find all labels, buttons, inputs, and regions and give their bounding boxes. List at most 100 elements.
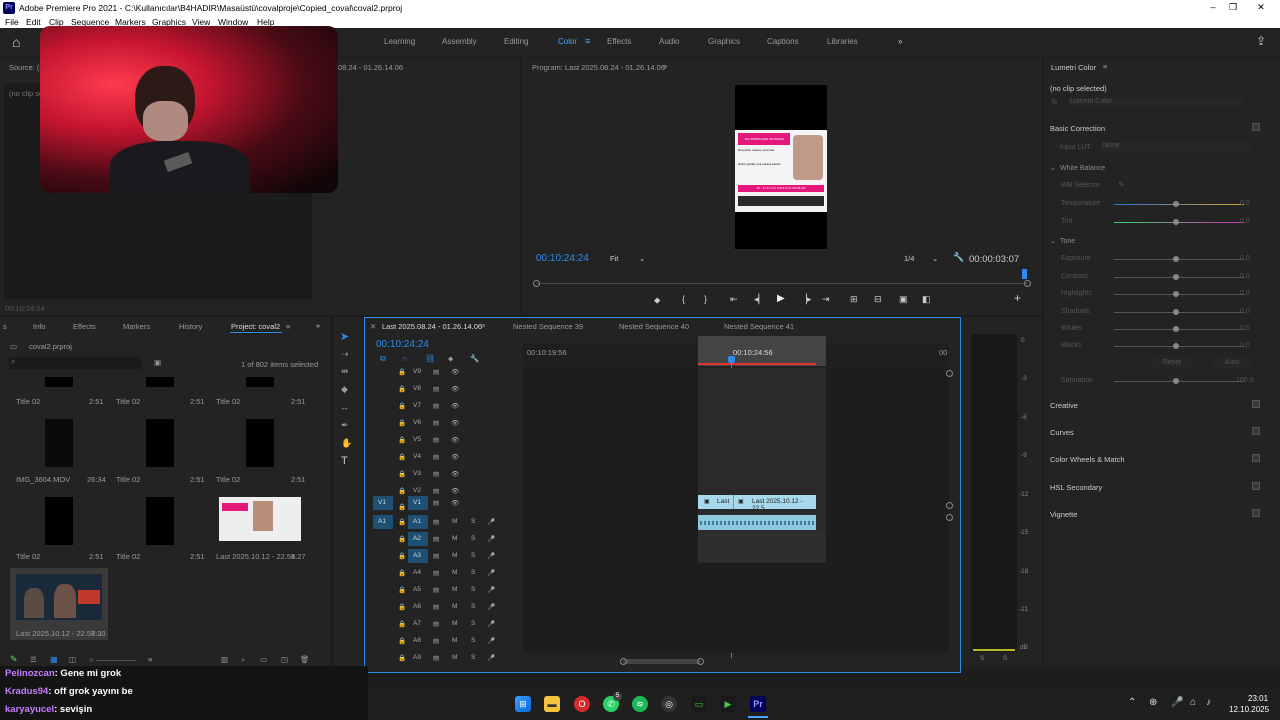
track-solo-a8[interactable]: S bbox=[471, 637, 475, 644]
fx-dropdown[interactable]: Lumetri Color bbox=[1068, 98, 1244, 108]
workspace-audio[interactable]: Audio bbox=[659, 37, 679, 46]
track-mute-a3[interactable]: M bbox=[452, 552, 457, 559]
track-lock-v6[interactable]: 🔒 bbox=[398, 418, 406, 427]
program-timecode[interactable]: 00:10:24:24 bbox=[536, 253, 589, 264]
scrubber-end-handle[interactable] bbox=[1024, 280, 1031, 287]
track-mic-a1-icon[interactable]: 🎤 bbox=[487, 518, 495, 526]
track-mute-a2[interactable]: M bbox=[452, 535, 457, 542]
slip-tool-icon[interactable]: ↔ bbox=[340, 402, 349, 412]
hscroll-right-handle[interactable] bbox=[697, 658, 704, 665]
highlights-knob[interactable] bbox=[1173, 291, 1179, 297]
workspace-captions[interactable]: Captions bbox=[767, 37, 799, 46]
track-sync-v8-icon[interactable]: ▤ bbox=[433, 385, 439, 393]
track-eye-v4-icon[interactable]: 👁 bbox=[451, 453, 459, 461]
timeline-tab-active[interactable]: Last 2025.08.24 - 01.26.14.06 bbox=[382, 322, 482, 331]
tab-effects[interactable]: Effects bbox=[73, 322, 96, 331]
comparison-view-icon[interactable]: ◧ bbox=[922, 294, 931, 305]
track-mic-a2-icon[interactable]: 🎤 bbox=[487, 535, 495, 543]
workspace-graphics[interactable]: Graphics bbox=[708, 37, 740, 46]
track-eye-v7-icon[interactable]: 👁 bbox=[451, 402, 459, 410]
add-marker-timeline-icon[interactable]: ⬥ bbox=[448, 354, 453, 364]
contrast-knob[interactable] bbox=[1173, 274, 1179, 280]
tint-knob[interactable] bbox=[1173, 219, 1179, 225]
lumetri-header[interactable]: Lumetri Color bbox=[1051, 63, 1096, 72]
go-to-out-icon[interactable]: ⇥ bbox=[822, 294, 830, 305]
pen-tool-icon[interactable]: ✒ bbox=[341, 420, 349, 431]
audio-clip-a1[interactable] bbox=[698, 515, 816, 530]
track-lock-a9[interactable]: 🔒 bbox=[398, 653, 406, 662]
new-item-icon[interactable]: ◳ bbox=[281, 655, 288, 664]
exposure-value[interactable]: 0,0 bbox=[1240, 255, 1250, 262]
color-wheels-header[interactable]: Color Wheels & Match bbox=[1050, 455, 1125, 464]
workspace-color[interactable]: Color bbox=[558, 37, 577, 46]
program-header[interactable]: Program: Last 2025.08.24 - 01.26.14.06 bbox=[532, 63, 665, 72]
go-to-in-icon[interactable]: ⇤ bbox=[730, 294, 738, 305]
playhead-handle[interactable] bbox=[728, 356, 735, 363]
white-balance-chevron-down-icon[interactable]: ⌄ bbox=[1050, 164, 1056, 172]
project-menu-icon[interactable]: ≡ bbox=[286, 322, 290, 331]
shadows-value[interactable]: 0,0 bbox=[1240, 308, 1250, 315]
item-name-6[interactable]: Title 02 bbox=[216, 475, 240, 484]
temperature-slider[interactable] bbox=[1114, 204, 1244, 205]
workspace-assembly[interactable]: Assembly bbox=[442, 37, 477, 46]
track-lock-v7[interactable]: 🔒 bbox=[398, 401, 406, 410]
meter-solo-left[interactable]: S bbox=[980, 655, 984, 662]
track-mic-a9-icon[interactable]: 🎤 bbox=[487, 654, 495, 662]
sort-icon[interactable]: ≡ bbox=[148, 655, 152, 664]
insert-nest-icon[interactable]: ⧉ bbox=[380, 354, 386, 364]
vignette-checkbox[interactable] bbox=[1252, 509, 1260, 517]
track-sync-a4-icon[interactable]: ▤ bbox=[433, 569, 439, 577]
write-pencil-icon[interactable]: ✎ bbox=[10, 654, 18, 665]
timeline-tab-nested-41[interactable]: Nested Sequence 41 bbox=[724, 322, 794, 331]
track-solo-a5[interactable]: S bbox=[471, 586, 475, 593]
selected-item-card[interactable]: Last 2025.10.12 - 22.57... 8:30 bbox=[10, 568, 108, 640]
close-button[interactable]: ✕ bbox=[1254, 2, 1268, 14]
start-windows-icon[interactable]: ⊞ bbox=[515, 696, 531, 712]
track-sync-v5-icon[interactable]: ▤ bbox=[433, 436, 439, 444]
track-solo-a7[interactable]: S bbox=[471, 620, 475, 627]
track-sync-v2-icon[interactable]: ▤ bbox=[433, 487, 439, 495]
extract-icon[interactable]: ⊟ bbox=[874, 294, 882, 305]
whites-value[interactable]: 0,0 bbox=[1240, 325, 1250, 332]
tray-chevron-up-icon[interactable]: ⌃ bbox=[1128, 697, 1136, 708]
maximize-button[interactable]: ❐ bbox=[1226, 2, 1240, 14]
vertical-scroll-audio[interactable] bbox=[946, 514, 953, 521]
tray-mouse-icon[interactable]: ⊕ bbox=[1149, 697, 1157, 708]
thumbnail-1[interactable] bbox=[45, 377, 73, 387]
spotify-icon[interactable]: ≋ bbox=[632, 696, 648, 712]
find-icon[interactable]: ⌕ bbox=[241, 655, 245, 665]
track-mute-a8[interactable]: M bbox=[452, 637, 457, 644]
exposure-slider[interactable] bbox=[1114, 259, 1244, 260]
track-sync-a2-icon[interactable]: ▤ bbox=[433, 535, 439, 543]
track-lock-a6[interactable]: 🔒 bbox=[398, 602, 406, 611]
scrubber-start-handle[interactable] bbox=[533, 280, 540, 287]
thumbnail-9[interactable] bbox=[219, 497, 301, 541]
track-lock-v3[interactable]: 🔒 bbox=[398, 469, 406, 478]
track-lock-v8[interactable]: 🔒 bbox=[398, 384, 406, 393]
source-header[interactable]: Source: (n bbox=[9, 63, 44, 72]
track-lock-v5[interactable]: 🔒 bbox=[398, 435, 406, 444]
razor-tool-icon[interactable]: ◆ bbox=[341, 384, 348, 395]
exposure-knob[interactable] bbox=[1173, 256, 1179, 262]
tint-value[interactable]: 0,0 bbox=[1240, 218, 1250, 225]
saturation-slider[interactable] bbox=[1114, 381, 1244, 382]
mark-out-icon[interactable]: } bbox=[704, 294, 707, 304]
saturation-value[interactable]: 100,0 bbox=[1236, 377, 1254, 384]
auto-button[interactable]: Auto bbox=[1212, 357, 1252, 369]
clock-date[interactable]: 12.10.2025 bbox=[1229, 705, 1269, 714]
hsl-secondary-checkbox[interactable] bbox=[1252, 482, 1260, 490]
fit-chevron-down-icon[interactable]: ⌄ bbox=[639, 254, 645, 263]
track-lock-v2[interactable]: 🔒 bbox=[398, 486, 406, 495]
play-icon[interactable]: ▶ bbox=[777, 293, 785, 304]
lift-icon[interactable]: ⊞ bbox=[850, 294, 858, 305]
item-name-4[interactable]: IMG_3604.MOV bbox=[16, 475, 70, 484]
track-lock-a8[interactable]: 🔒 bbox=[398, 636, 406, 645]
track-mute-a7[interactable]: M bbox=[452, 620, 457, 627]
tab-markers[interactable]: Markers bbox=[123, 322, 150, 331]
tint-slider[interactable] bbox=[1114, 222, 1244, 223]
workspace-learning[interactable]: Learning bbox=[384, 37, 415, 46]
nvidia-icon[interactable]: ▶ bbox=[720, 696, 736, 712]
track-eye-v3-icon[interactable]: 👁 bbox=[451, 470, 459, 478]
track-mute-a9[interactable]: M bbox=[452, 654, 457, 661]
track-lock-v1[interactable]: 🔒 bbox=[398, 502, 406, 511]
